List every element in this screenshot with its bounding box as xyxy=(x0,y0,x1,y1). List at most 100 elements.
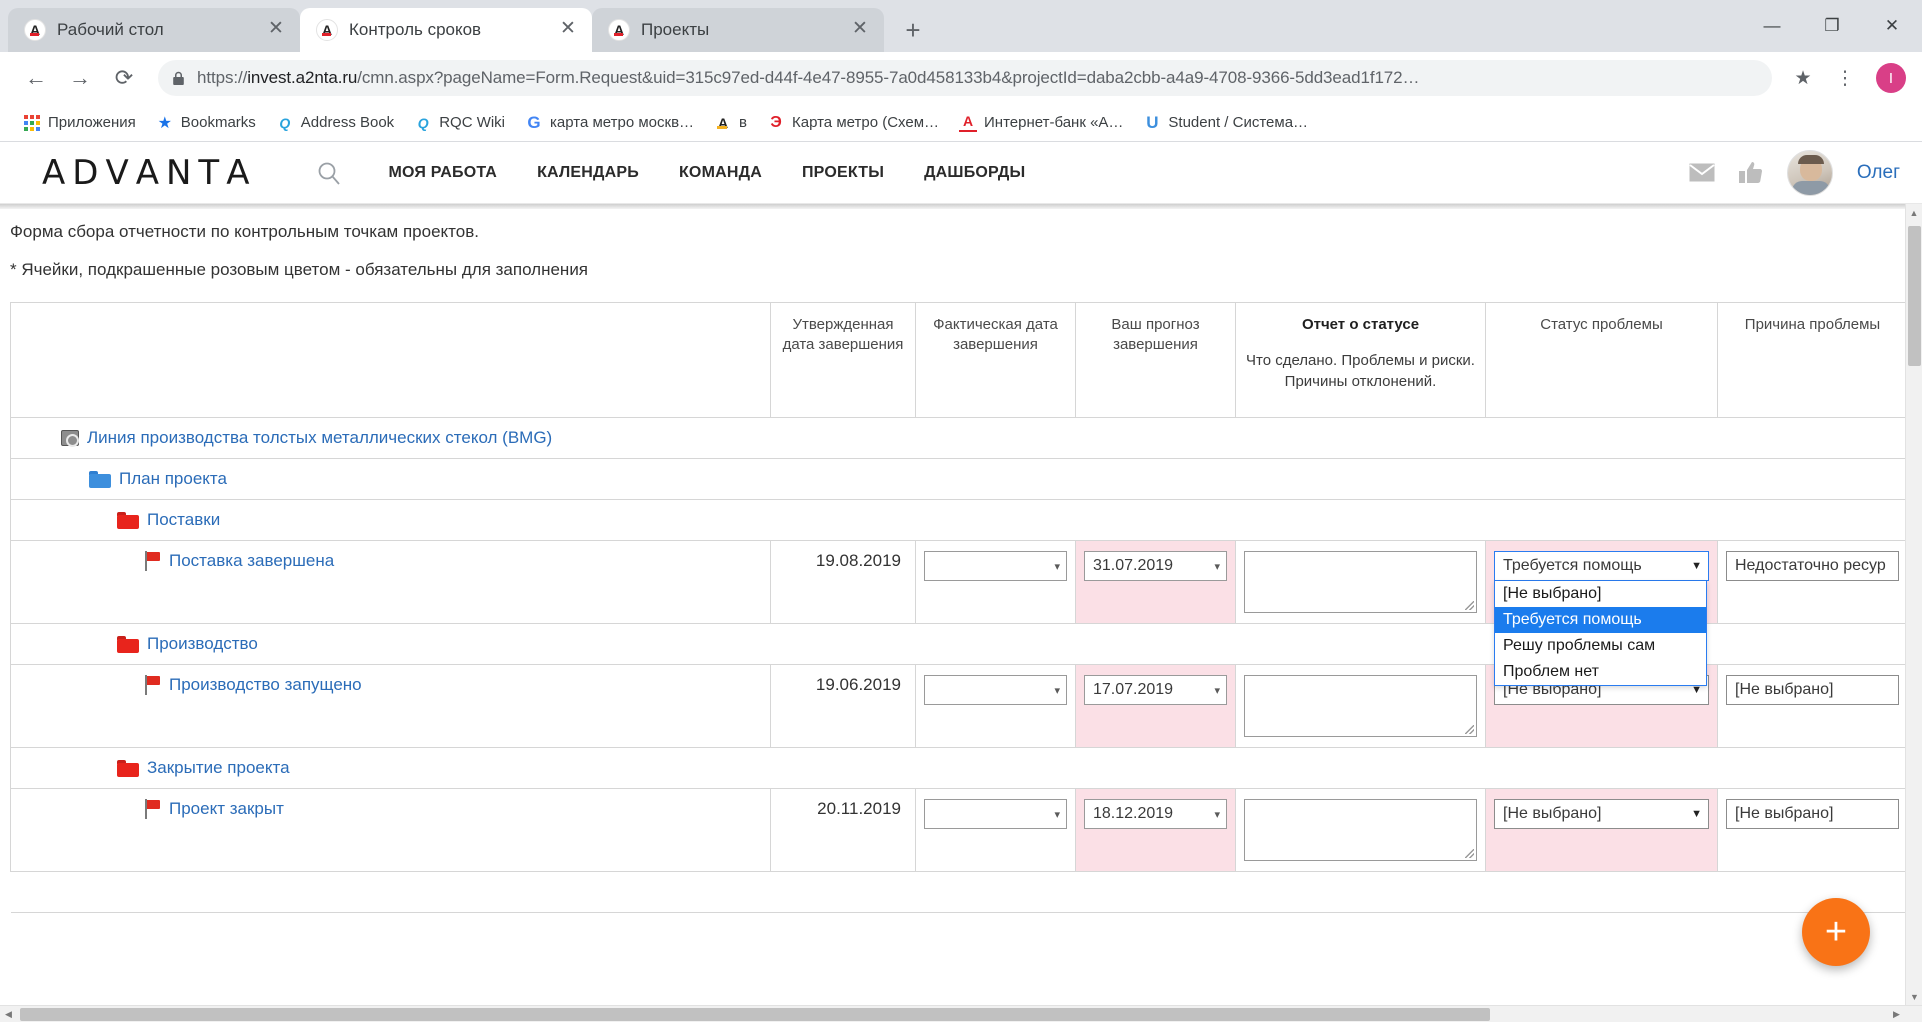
profile-avatar[interactable]: I xyxy=(1876,63,1906,93)
chevron-down-icon[interactable]: ▼ xyxy=(1691,808,1702,820)
bookmark-item-address-book[interactable]: Q Address Book xyxy=(267,110,403,136)
problem-reason-select[interactable]: [Не выбрано] xyxy=(1726,799,1899,829)
forward-icon[interactable]: → xyxy=(60,58,100,98)
problem-reason-select[interactable]: Недостаточно ресур xyxy=(1726,551,1899,581)
close-icon[interactable]: ✕ xyxy=(264,18,288,42)
nav-item-my-work[interactable]: МОЯ РАБОТА xyxy=(388,164,497,182)
forecast-date-input[interactable]: 31.07.2019 ▾ xyxy=(1084,551,1227,581)
status-report-textarea[interactable] xyxy=(1244,551,1477,613)
project-label[interactable]: Линия производства толстых металлических… xyxy=(87,428,552,448)
back-icon[interactable]: ← xyxy=(16,58,56,98)
new-tab-button[interactable]: + xyxy=(894,11,932,49)
milestone-node[interactable]: Поставка завершена xyxy=(11,541,770,581)
minimize-button[interactable]: — xyxy=(1742,0,1802,52)
user-avatar[interactable] xyxy=(1786,149,1833,196)
scroll-left-arrow-icon[interactable]: ◀ xyxy=(0,1006,17,1022)
horizontal-scrollbar[interactable]: ◀ ▶ xyxy=(0,1005,1922,1022)
chrome-menu-icon[interactable]: ⋮ xyxy=(1828,58,1862,98)
nav-item-projects[interactable]: ПРОЕКТЫ xyxy=(802,164,884,182)
status-report-textarea[interactable] xyxy=(1244,675,1477,737)
dropdown-option[interactable]: Проблем нет xyxy=(1495,659,1706,685)
status-report-textarea[interactable] xyxy=(1244,799,1477,861)
actual-date-input[interactable]: ▾ xyxy=(924,551,1067,581)
bookmark-item-metro-scheme[interactable]: Э Карта метро (Схем… xyxy=(758,110,948,136)
dropdown-option[interactable]: Решу проблемы сам xyxy=(1495,633,1706,659)
chevron-down-icon[interactable]: ▾ xyxy=(1054,684,1060,697)
horizontal-scroll-thumb[interactable] xyxy=(20,1008,1490,1021)
browser-tab-1[interactable]: A Рабочий стол ✕ xyxy=(8,8,300,52)
logo-letter: V xyxy=(105,152,134,193)
reload-icon[interactable]: ⟳ xyxy=(104,58,144,98)
close-icon[interactable]: ✕ xyxy=(848,18,872,42)
bookmark-item-rqc-wiki[interactable]: Q RQC Wiki xyxy=(405,110,514,136)
actual-date-input[interactable]: ▾ xyxy=(924,799,1067,829)
user-name[interactable]: Олег xyxy=(1857,162,1900,184)
milestone-node[interactable]: Производство запущено xyxy=(11,665,770,705)
chevron-down-icon[interactable]: ▾ xyxy=(1214,684,1220,697)
milestone-node[interactable]: Проект закрыт xyxy=(11,789,770,829)
bookmark-item-metro-map[interactable]: G карта метро москв… xyxy=(516,110,703,136)
tree-row-plan: План проекта xyxy=(10,458,1908,500)
milestone-tree-cell: Проект закрыт xyxy=(10,788,771,872)
bookmark-item-advanta[interactable]: A в xyxy=(705,110,756,136)
search-icon[interactable] xyxy=(316,160,342,186)
nav-item-calendar[interactable]: КАЛЕНДАРЬ xyxy=(537,164,639,182)
problem-status-select[interactable]: Требуется помощь ▼ [Не выбрано] Требуетс… xyxy=(1494,551,1709,686)
browser-tab-3[interactable]: A Проекты ✕ xyxy=(592,8,884,52)
nav-item-team[interactable]: КОМАНДА xyxy=(679,164,762,182)
milestone-label[interactable]: Поставка завершена xyxy=(169,551,334,571)
address-bar[interactable]: https://invest.a2nta.ru/cmn.aspx?pageNam… xyxy=(158,60,1772,96)
scroll-right-arrow-icon[interactable]: ▶ xyxy=(1888,1006,1905,1022)
forecast-date-input[interactable]: 17.07.2019 ▾ xyxy=(1084,675,1227,705)
problem-status-select[interactable]: [Не выбрано] ▼ xyxy=(1494,799,1709,829)
bookmark-star-icon[interactable]: ★ xyxy=(1786,61,1820,95)
problem-reason-cell: Недостаточно ресур xyxy=(1717,540,1908,624)
advanta-logo[interactable]: A D V A N T A xyxy=(42,156,254,190)
close-icon[interactable]: ✕ xyxy=(556,18,580,42)
forecast-date-value: 18.12.2019 xyxy=(1093,805,1174,822)
milestone-label[interactable]: Производство запущено xyxy=(169,675,362,695)
nav-item-dashboards[interactable]: ДАШБОРДЫ xyxy=(924,164,1025,182)
chevron-down-icon[interactable]: ▾ xyxy=(1054,560,1060,573)
chevron-down-icon[interactable]: ▾ xyxy=(1054,808,1060,821)
mail-icon[interactable] xyxy=(1689,163,1715,182)
bookmark-item-student[interactable]: U Student / Система… xyxy=(1134,110,1317,136)
actual-date-cell: ▾ xyxy=(915,788,1076,872)
bookmark-item-alfabank[interactable]: A Интернет-банк «А… xyxy=(950,110,1132,136)
problem-status-dropdown[interactable]: [Не выбрано] Требуется помощь Решу пробл… xyxy=(1494,581,1707,686)
group-node-deliveries[interactable]: Поставки xyxy=(11,500,1907,540)
main-nav: МОЯ РАБОТА КАЛЕНДАРЬ КОМАНДА ПРОЕКТЫ ДАШ… xyxy=(388,164,1025,182)
browser-tab-2[interactable]: A Контроль сроков ✕ xyxy=(300,8,592,52)
problem-reason-select[interactable]: [Не выбрано] xyxy=(1726,675,1899,705)
vertical-scrollbar[interactable]: ▲ ▼ xyxy=(1905,204,1922,1005)
group-label[interactable]: Производство xyxy=(147,634,258,654)
chevron-down-icon[interactable]: ▾ xyxy=(1214,560,1220,573)
dropdown-option-selected[interactable]: Требуется помощь xyxy=(1495,607,1706,633)
browser-window: A Рабочий стол ✕ A Контроль сроков ✕ A П… xyxy=(0,0,1922,1022)
chevron-down-icon[interactable]: ▾ xyxy=(1214,808,1220,821)
actual-date-input[interactable]: ▾ xyxy=(924,675,1067,705)
bookmark-item-apps[interactable]: Приложения xyxy=(14,110,145,136)
scroll-up-arrow-icon[interactable]: ▲ xyxy=(1906,204,1922,221)
milestone-label[interactable]: Проект закрыт xyxy=(169,799,284,819)
project-node[interactable]: Линия производства толстых металлических… xyxy=(11,418,1907,458)
bookmark-item-bookmarks[interactable]: ★ Bookmarks xyxy=(147,110,265,136)
dropdown-option[interactable]: [Не выбрано] xyxy=(1495,581,1706,607)
problem-status-value: [Не выбрано] xyxy=(1503,805,1602,822)
maximize-button[interactable]: ❐ xyxy=(1802,0,1862,52)
forecast-date-input[interactable]: 18.12.2019 ▾ xyxy=(1084,799,1227,829)
group-node-closure[interactable]: Закрытие проекта xyxy=(11,748,1907,788)
tree-row-group: Поставки xyxy=(10,499,1908,541)
thumbs-up-icon[interactable] xyxy=(1738,161,1763,184)
group-label[interactable]: Закрытие проекта xyxy=(147,758,290,778)
scroll-down-arrow-icon[interactable]: ▼ xyxy=(1906,988,1922,1005)
vertical-scroll-thumb[interactable] xyxy=(1908,226,1921,366)
form-intro: Форма сбора отчетности по контрольным то… xyxy=(10,204,1922,302)
group-label[interactable]: Поставки xyxy=(147,510,220,530)
chevron-down-icon[interactable]: ▼ xyxy=(1691,560,1702,572)
col-header-tree xyxy=(10,302,771,418)
close-window-button[interactable]: ✕ xyxy=(1862,0,1922,52)
add-button[interactable]: + xyxy=(1802,898,1870,966)
plan-label[interactable]: План проекта xyxy=(119,469,227,489)
plan-node[interactable]: План проекта xyxy=(11,459,1907,499)
